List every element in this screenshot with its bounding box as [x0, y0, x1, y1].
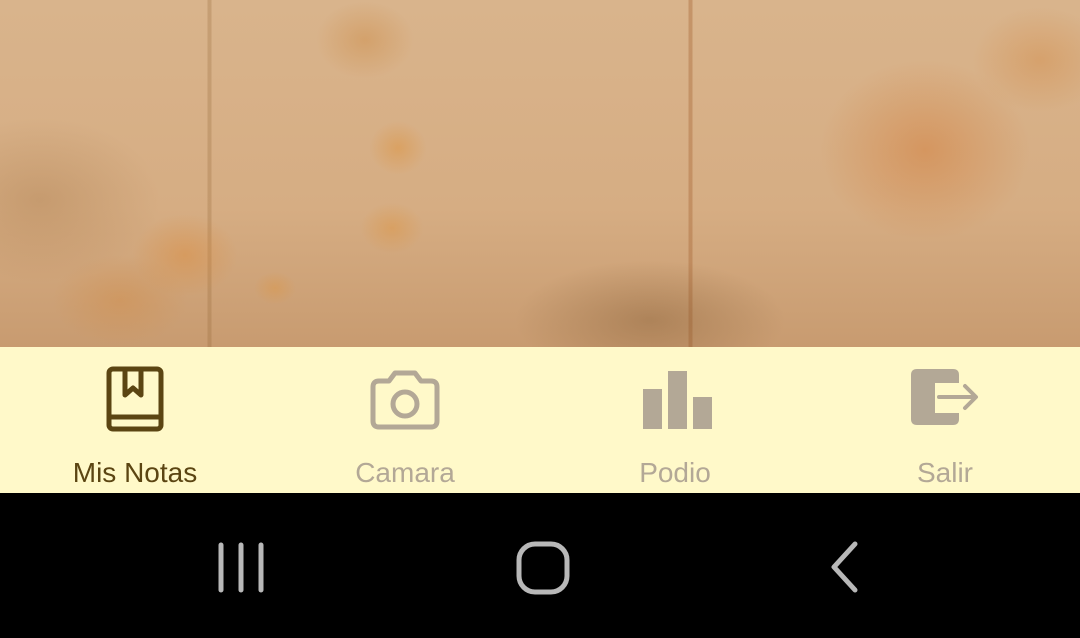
nav-label-mis-notas: Mis Notas	[72, 457, 198, 488]
nav-label-podio: Podio	[639, 457, 711, 488]
nav-label-salir: Salir	[916, 457, 973, 488]
logout-icon	[905, 365, 985, 437]
nav-item-mis-notas[interactable]: Mis Notas	[0, 347, 270, 493]
home-button[interactable]	[508, 533, 578, 603]
home-icon	[508, 533, 578, 603]
bar-chart-icon	[639, 365, 719, 437]
recent-apps-button[interactable]	[206, 533, 276, 603]
nav-item-podio[interactable]: Podio	[540, 347, 810, 493]
app-screen: Mis Notas Camara Podio Salir	[0, 0, 1080, 638]
parchment-background	[0, 0, 1080, 347]
back-button[interactable]	[810, 533, 880, 603]
book-icon	[95, 365, 175, 437]
camera-icon	[365, 365, 445, 437]
recent-apps-icon	[206, 533, 276, 603]
nav-item-camara[interactable]: Camara	[270, 347, 540, 493]
nav-item-salir[interactable]: Salir	[810, 347, 1080, 493]
nav-label-camara: Camara	[355, 457, 455, 488]
bottom-navigation-bar: Mis Notas Camara Podio Salir	[0, 347, 1080, 493]
system-navigation-bar	[0, 493, 1080, 638]
back-icon	[810, 533, 880, 603]
